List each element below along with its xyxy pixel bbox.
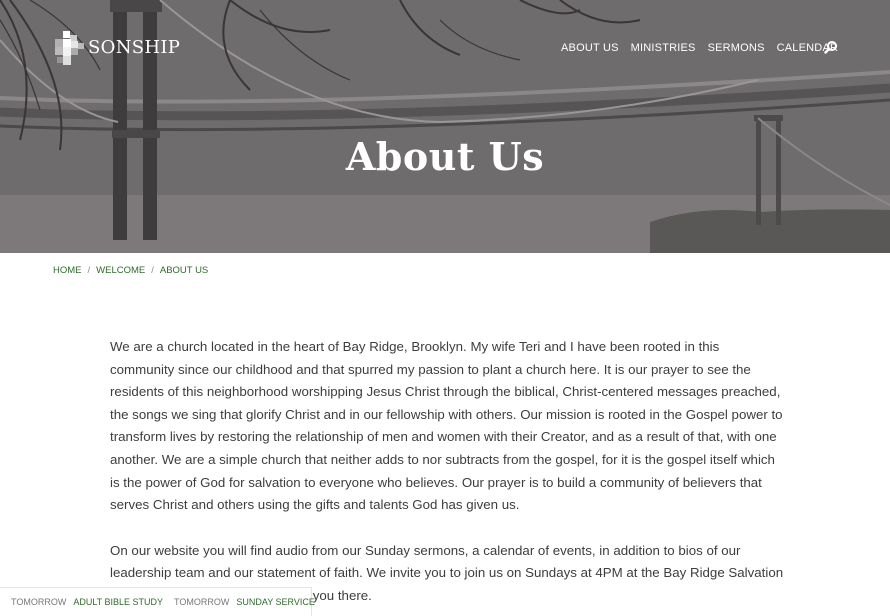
- event-link-sunday-service[interactable]: SUNDAY SERVICE: [236, 597, 315, 607]
- breadcrumb: HOME / WELCOME / ABOUT US: [53, 265, 208, 276]
- breadcrumb-separator: /: [87, 265, 91, 276]
- nav-item-ministries[interactable]: MINISTRIES: [631, 42, 696, 54]
- hero-banner: SONSHIP ABOUT US MINISTRIES SERMONS CALE…: [0, 0, 890, 253]
- site-logo[interactable]: SONSHIP: [55, 31, 180, 65]
- upcoming-events-bar: TOMORROW ADULT BIBLE STUDY TOMORROW SUND…: [0, 587, 315, 616]
- about-content: We are a church located in the heart of …: [110, 336, 785, 608]
- nav-item-sermons[interactable]: SERMONS: [708, 42, 765, 54]
- page-title: About Us: [345, 134, 545, 179]
- event-link-adult-bible-study[interactable]: ADULT BIBLE STUDY: [73, 597, 163, 607]
- pixel-cross-icon: [55, 31, 85, 65]
- logo-text: SONSHIP: [88, 37, 181, 58]
- search-icon[interactable]: [824, 39, 838, 54]
- breadcrumb-separator: /: [151, 265, 154, 276]
- breadcrumb-home[interactable]: HOME: [53, 265, 82, 276]
- nav-item-about-us[interactable]: ABOUT US: [561, 42, 619, 54]
- event-date-label: TOMORROW: [11, 597, 67, 607]
- main-nav: ABOUT US MINISTRIES SERMONS CALENDAR: [561, 42, 850, 54]
- breadcrumb-welcome[interactable]: WELCOME: [96, 265, 145, 276]
- breadcrumb-about-us[interactable]: ABOUT US: [160, 265, 208, 276]
- event-date-label: TOMORROW: [174, 597, 230, 607]
- about-paragraph: We are a church located in the heart of …: [110, 339, 783, 513]
